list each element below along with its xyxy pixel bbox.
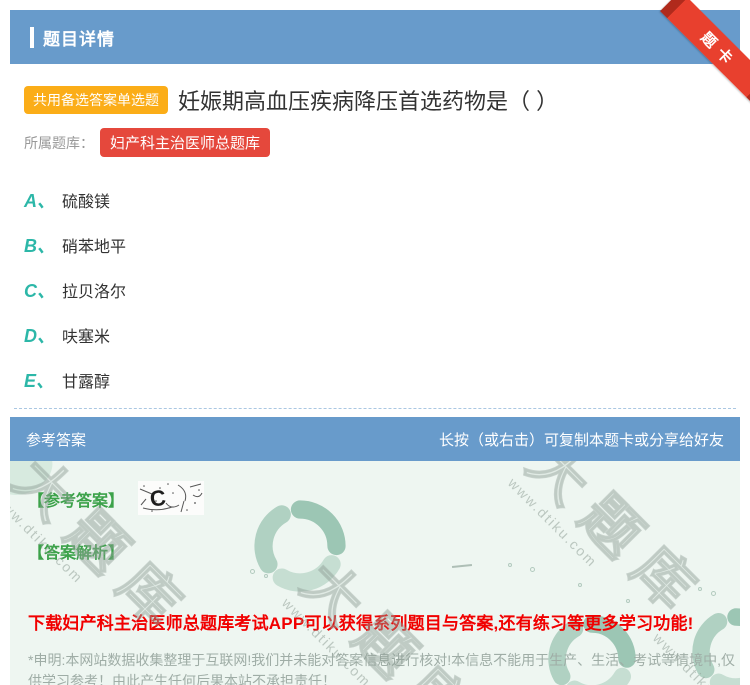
- question-type-badge: 共用备选答案单选题: [24, 86, 168, 114]
- option-letter: A、: [24, 190, 55, 211]
- option-row-b: B、 硝苯地平: [24, 222, 726, 267]
- reference-answer-label: 【参考答案】: [28, 493, 125, 510]
- option-text: 甘露醇: [62, 373, 111, 391]
- header-accent-bar: [30, 26, 34, 48]
- page-title: 题目详情: [43, 29, 115, 49]
- analysis-label: 【答案解析】: [28, 545, 125, 562]
- option-row-e: E、 甘露醇: [24, 357, 726, 402]
- answer-bar[interactable]: 参考答案 长按（或右击）可复制本题卡或分享给好友: [10, 417, 740, 461]
- option-text: 硫酸镁: [62, 193, 111, 211]
- app-download-promo-link[interactable]: 下载妇产科主治医师总题库考试APP可以获得系列题目与答案,还有练习等更多学习功能…: [28, 609, 722, 634]
- answer-letter: C: [148, 485, 167, 512]
- option-letter: E、: [24, 370, 55, 391]
- option-letter: B、: [24, 235, 55, 256]
- option-text: 呋塞米: [62, 328, 111, 346]
- bank-label: 所属题库：: [24, 134, 94, 151]
- question-section: 共用备选答案单选题 妊娠期高血压疾病降压首选药物是（ ） 所属题库： 妇产科主治…: [10, 64, 740, 402]
- disclaimer-text: *申明:本网站数据收集整理于互联网!我们并未能对答案信息进行核对!本信息不能用于…: [28, 652, 736, 685]
- question-text: 妊娠期高血压疾病降压首选药物是（ ）: [178, 89, 559, 114]
- options-list: A、 硫酸镁 B、 硝苯地平 C、 拉贝洛尔 D、 呋塞米 E、 甘露醇: [24, 177, 726, 402]
- option-text: 硝苯地平: [62, 238, 127, 256]
- page-header: 题目详情: [10, 10, 740, 64]
- question-detail-page: 题卡 题目详情 共用备选答案单选题 妊娠期高血压疾病降压首选药物是（ ） 所属题…: [0, 0, 750, 685]
- option-letter: D、: [24, 325, 55, 346]
- option-row-a: A、 硫酸镁: [24, 177, 726, 222]
- dashed-divider: [14, 408, 736, 409]
- answer-panel-content: 【参考答案】 C 【答案解析】 下载妇产科主治医师总题库考试APP可以获得系列题…: [10, 461, 740, 685]
- option-row-c: C、 拉贝洛尔: [24, 267, 726, 312]
- reference-answer-row: 【参考答案】 C: [28, 481, 722, 515]
- answer-captcha-image: C: [138, 481, 205, 515]
- bank-badge-link[interactable]: 妇产科主治医师总题库: [100, 128, 271, 157]
- option-row-d: D、 呋塞米: [24, 312, 726, 357]
- option-text: 拉贝洛尔: [62, 283, 127, 301]
- copy-share-hint: 长按（或右击）可复制本题卡或分享给好友: [438, 431, 724, 449]
- option-letter: C、: [24, 280, 55, 301]
- bank-row: 所属题库： 妇产科主治医师总题库: [24, 128, 726, 157]
- question-row: 共用备选答案单选题 妊娠期高血压疾病降压首选药物是（ ）: [24, 84, 726, 116]
- answer-panel: 大题库 www.dtiku.com 大题库 www.dtiku.com 大题库 …: [10, 461, 740, 685]
- answer-bar-title: 参考答案: [26, 431, 87, 449]
